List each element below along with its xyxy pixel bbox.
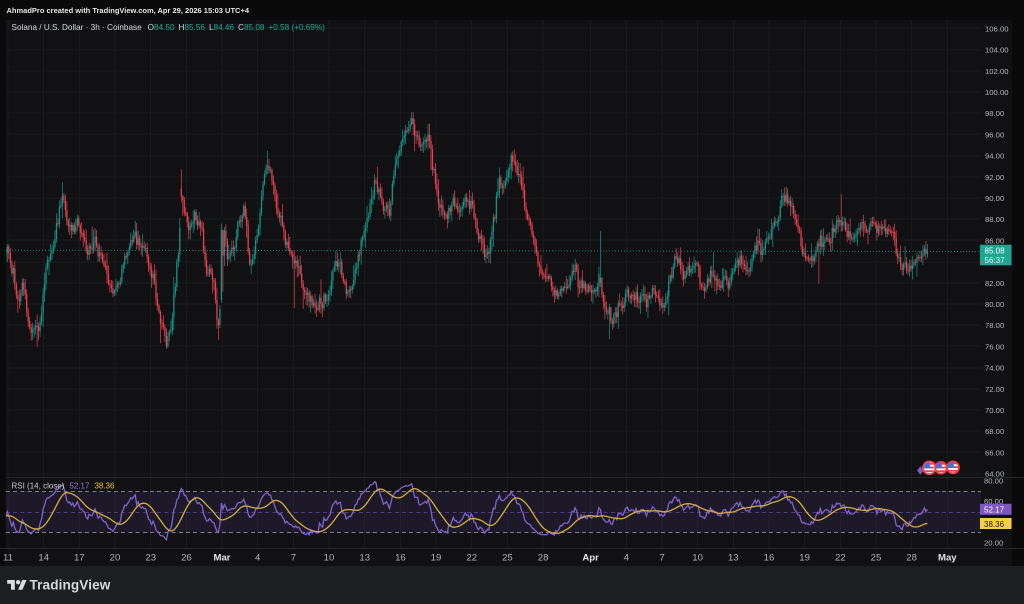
svg-text:52.17: 52.17 — [984, 506, 1005, 515]
svg-text:90.00: 90.00 — [985, 194, 1004, 203]
svg-text:Mar: Mar — [213, 553, 230, 564]
svg-text:16: 16 — [395, 553, 406, 564]
svg-text:19: 19 — [431, 553, 442, 564]
svg-text:TradingView: TradingView — [30, 578, 111, 593]
svg-text:Apr: Apr — [582, 553, 599, 564]
svg-text:May: May — [938, 553, 957, 564]
svg-text:28: 28 — [538, 553, 549, 564]
svg-text:19: 19 — [799, 553, 810, 564]
svg-text:11: 11 — [3, 553, 13, 564]
svg-text:106.00: 106.00 — [985, 24, 1009, 33]
svg-text:RSI (14, close)52.1738.36: RSI (14, close)52.1738.36 — [12, 482, 116, 491]
svg-text:72.00: 72.00 — [985, 385, 1004, 394]
svg-text:13: 13 — [728, 553, 739, 564]
svg-text:10: 10 — [692, 553, 703, 564]
svg-text:20.00: 20.00 — [984, 538, 1003, 547]
svg-text:68.00: 68.00 — [985, 427, 1004, 436]
svg-text:22: 22 — [466, 553, 477, 564]
svg-text:92.00: 92.00 — [985, 173, 1004, 182]
svg-text:56:37: 56:37 — [985, 256, 1006, 265]
svg-text:25: 25 — [502, 553, 513, 564]
svg-text:16: 16 — [764, 553, 775, 564]
svg-text:94.00: 94.00 — [985, 152, 1004, 161]
svg-text:20: 20 — [110, 553, 121, 564]
svg-text:96.00: 96.00 — [985, 130, 1004, 139]
svg-text:10: 10 — [324, 553, 335, 564]
svg-text:7: 7 — [659, 553, 664, 564]
svg-text:4: 4 — [255, 553, 261, 564]
svg-text:85.08: 85.08 — [985, 247, 1006, 256]
svg-text:13: 13 — [359, 553, 370, 564]
svg-text:AhmadPro created with TradingV: AhmadPro created with TradingView.com, A… — [7, 6, 250, 15]
svg-text:23: 23 — [145, 553, 156, 564]
svg-text:76.00: 76.00 — [985, 342, 1004, 351]
svg-text:Solana / U.S. Dollar · 3h · Co: Solana / U.S. Dollar · 3h · CoinbaseO84.… — [12, 23, 326, 32]
svg-text:80.00: 80.00 — [985, 300, 1004, 309]
svg-text:7: 7 — [291, 553, 296, 564]
svg-text:104.00: 104.00 — [985, 46, 1009, 55]
svg-text:25: 25 — [871, 553, 882, 564]
svg-text:98.00: 98.00 — [985, 109, 1004, 118]
svg-text:74.00: 74.00 — [985, 364, 1004, 373]
svg-text:78.00: 78.00 — [985, 321, 1004, 330]
svg-text:100.00: 100.00 — [985, 88, 1009, 97]
svg-text:86.00: 86.00 — [985, 236, 1004, 245]
svg-text:4: 4 — [624, 553, 630, 564]
svg-text:102.00: 102.00 — [985, 67, 1009, 76]
svg-text:38.36: 38.36 — [984, 520, 1005, 529]
svg-text:17: 17 — [74, 553, 85, 564]
svg-text:22: 22 — [835, 553, 846, 564]
svg-text:14: 14 — [38, 553, 49, 564]
svg-text:26: 26 — [181, 553, 192, 564]
svg-text:88.00: 88.00 — [985, 215, 1004, 224]
svg-text:28: 28 — [906, 553, 917, 564]
svg-text:70.00: 70.00 — [985, 406, 1004, 415]
svg-text:66.00: 66.00 — [985, 448, 1004, 457]
svg-text:80.00: 80.00 — [984, 477, 1003, 486]
svg-text:82.00: 82.00 — [985, 279, 1004, 288]
